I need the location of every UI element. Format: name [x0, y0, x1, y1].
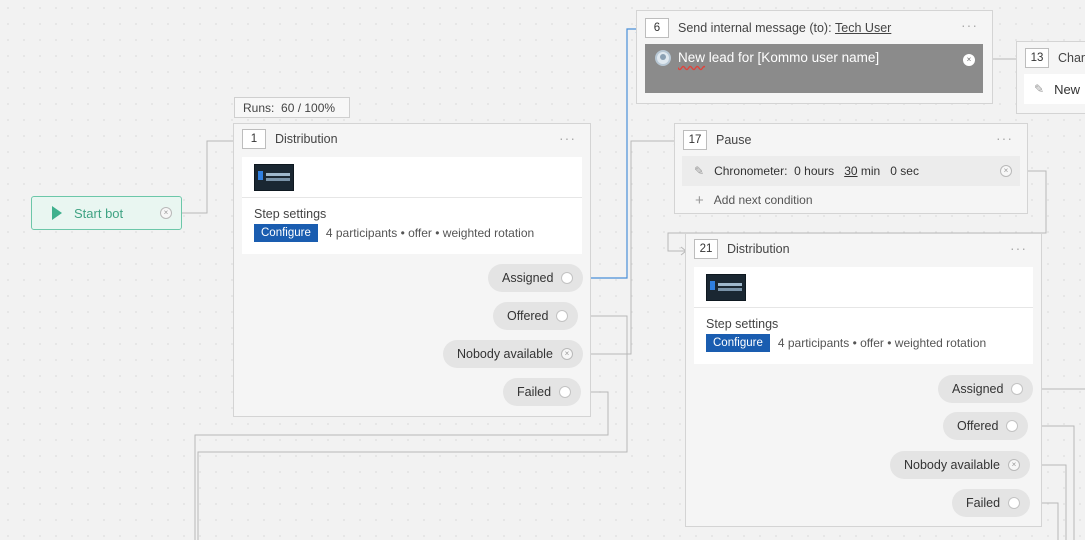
- step21-thumbnail-row: [694, 267, 1033, 308]
- step1-header: 1 Distribution ···: [234, 124, 590, 154]
- step6-number: 6: [645, 18, 669, 38]
- step1-output-assigned[interactable]: Assigned: [488, 264, 584, 292]
- add-next-condition-button[interactable]: + Add next condition: [675, 186, 1027, 214]
- more-options-icon[interactable]: ···: [996, 130, 1013, 146]
- hours-value[interactable]: 0: [794, 164, 801, 178]
- minutes-value[interactable]: 30: [844, 164, 857, 178]
- message-close-icon[interactable]: ×: [963, 54, 975, 66]
- output-label: Assigned: [502, 271, 554, 285]
- output-label: Assigned: [952, 382, 1004, 396]
- avatar-icon: [655, 50, 671, 66]
- step1-configure-button[interactable]: Configure: [254, 224, 318, 242]
- step1-output-nobody-available[interactable]: Nobody available ×: [443, 340, 583, 368]
- output-label: Offered: [957, 419, 999, 433]
- step1-number: 1: [242, 129, 266, 149]
- step21-thumbnail: [706, 274, 746, 301]
- step1-settings: Step settings Configure 4 participants •…: [242, 198, 582, 254]
- step1-settings-title: Step settings: [254, 207, 327, 221]
- step21-settings-title: Step settings: [706, 317, 779, 331]
- step6-title: Send internal message (to):: [678, 21, 832, 35]
- minutes-unit: min: [860, 164, 881, 178]
- step21-output-nobody-available[interactable]: Nobody available ×: [890, 451, 1030, 479]
- output-label: Failed: [966, 496, 1001, 510]
- wire-start-to-step1: [172, 140, 242, 214]
- step-card-13[interactable]: 13 Chang ✎ New: [1016, 41, 1085, 114]
- output-socket[interactable]: [1008, 497, 1021, 509]
- step13-title: Chang: [1058, 51, 1085, 65]
- more-options-icon[interactable]: ···: [1010, 240, 1027, 256]
- runs-badge: Runs: 60 / 100%: [234, 97, 350, 118]
- step6-recipient-link[interactable]: Tech User: [835, 21, 891, 35]
- start-bot-label: Start bot: [74, 205, 124, 221]
- step21-configure-button[interactable]: Configure: [706, 334, 770, 352]
- output-socket[interactable]: [556, 310, 569, 322]
- step21-summary: 4 participants • offer • weighted rotati…: [777, 336, 987, 350]
- step21-output-assigned[interactable]: Assigned: [938, 375, 1034, 403]
- step1-summary: 4 participants • offer • weighted rotati…: [325, 226, 535, 240]
- step21-settings: Step settings Configure 4 participants •…: [694, 308, 1033, 364]
- step21-number: 21: [694, 239, 718, 259]
- seconds-value[interactable]: 0: [890, 164, 897, 178]
- step17-header: 17 Pause ···: [675, 124, 1027, 156]
- output-close-icon[interactable]: ×: [560, 348, 573, 360]
- step-card-17[interactable]: 17 Pause ··· ✎ Chronometer: 0 hours 30 m…: [674, 123, 1028, 214]
- start-bot-close-icon[interactable]: ×: [160, 207, 172, 219]
- more-options-icon[interactable]: ···: [559, 130, 576, 146]
- play-icon: [52, 206, 62, 220]
- step17-number: 17: [683, 130, 707, 150]
- output-socket[interactable]: [561, 272, 574, 284]
- step13-body-text: New: [1054, 81, 1081, 97]
- wire-nobody-out: [580, 140, 674, 355]
- output-label: Nobody available: [457, 347, 553, 361]
- step1-thumbnail-row: [242, 157, 582, 198]
- step17-title: Pause: [716, 133, 752, 147]
- step6-header: 6 Send internal message (to): Tech User …: [637, 11, 992, 45]
- step1-title: Distribution: [275, 132, 338, 146]
- output-socket[interactable]: [1011, 383, 1024, 395]
- seconds-unit: sec: [900, 164, 919, 178]
- output-socket[interactable]: [1006, 420, 1019, 432]
- output-label: Offered: [507, 309, 549, 323]
- output-label: Nobody available: [904, 458, 1000, 472]
- step21-title: Distribution: [727, 242, 790, 256]
- step1-thumbnail: [254, 164, 294, 191]
- step1-output-offered[interactable]: Offered: [493, 302, 579, 330]
- add-condition-label: Add next condition: [713, 193, 813, 207]
- step13-number: 13: [1025, 48, 1049, 68]
- pencil-icon: ✎: [1034, 82, 1045, 96]
- step21-output-failed[interactable]: Failed: [952, 489, 1031, 517]
- output-label: Failed: [517, 385, 552, 399]
- plus-icon: +: [695, 191, 704, 209]
- runs-value: 60 / 100%: [281, 100, 336, 115]
- chronometer-condition[interactable]: ✎ Chronometer: 0 hours 30 min 0 sec ×: [682, 156, 1020, 186]
- runs-label: Runs:: [243, 100, 275, 115]
- hours-unit: hours: [804, 164, 835, 178]
- start-bot-node[interactable]: Start bot ×: [31, 196, 182, 230]
- output-socket[interactable]: [559, 386, 572, 398]
- pencil-icon[interactable]: ✎: [694, 164, 704, 178]
- chronometer-label: Chronometer:: [714, 164, 788, 178]
- condition-close-icon[interactable]: ×: [1000, 165, 1012, 177]
- output-close-icon[interactable]: ×: [1007, 459, 1020, 471]
- message-text: New lead for [Kommo user name]: [678, 50, 880, 65]
- step13-body: ✎ New: [1024, 74, 1085, 104]
- step21-header: 21 Distribution ···: [686, 234, 1041, 264]
- step13-header: 13 Chang: [1017, 42, 1085, 74]
- more-options-icon[interactable]: ···: [961, 17, 978, 33]
- step21-output-offered[interactable]: Offered: [943, 412, 1029, 440]
- step1-output-failed[interactable]: Failed: [503, 378, 582, 406]
- step6-message-body[interactable]: New lead for [Kommo user name] ×: [645, 44, 983, 93]
